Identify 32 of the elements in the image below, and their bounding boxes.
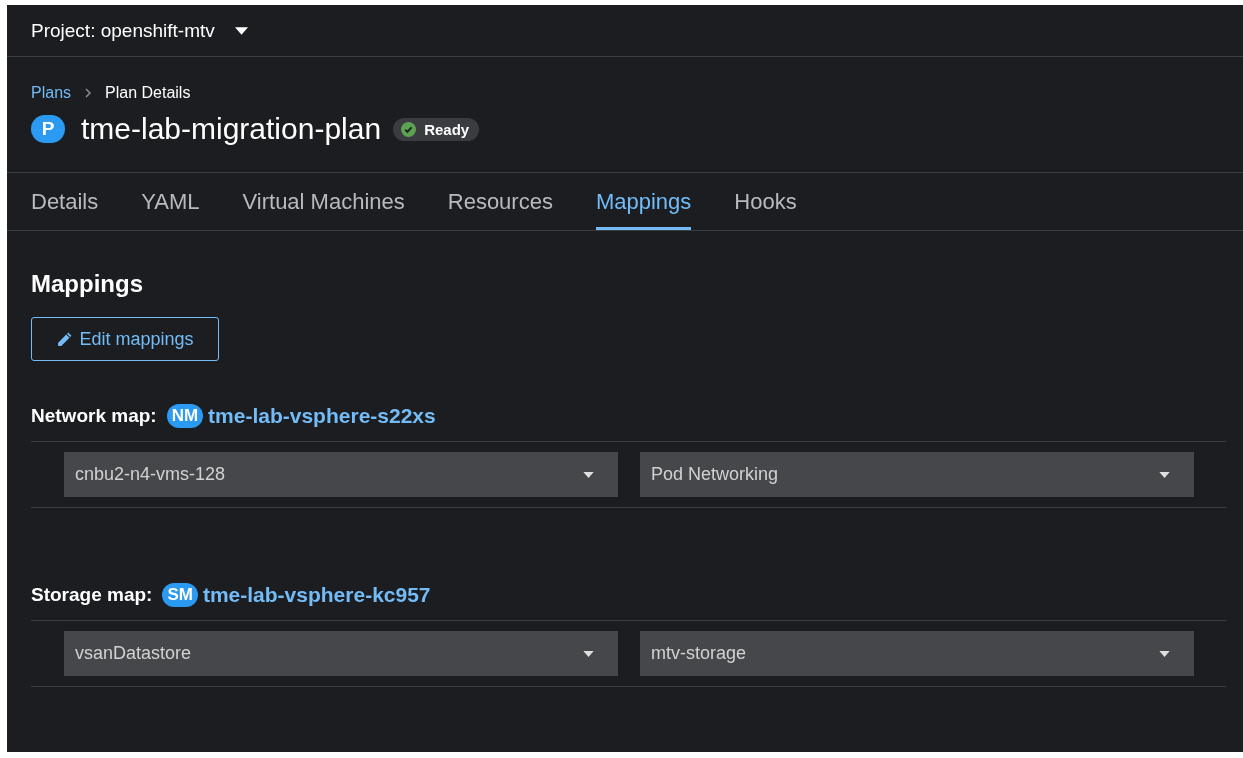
status-text: Ready xyxy=(424,120,470,138)
check-circle-icon xyxy=(401,121,417,137)
tab[interactable]: Virtual Machines xyxy=(242,173,405,230)
resource-badge: NM xyxy=(166,404,204,428)
map-label: Storage map: xyxy=(31,584,153,606)
caret-icon xyxy=(1159,471,1170,478)
project-selector[interactable]: Project: openshift-mtv xyxy=(31,19,248,42)
tab[interactable]: Resources xyxy=(447,173,553,230)
tab[interactable]: Details xyxy=(31,173,99,230)
breadcrumb-link[interactable]: Plans xyxy=(31,84,72,102)
chevron-icon xyxy=(85,88,92,98)
tab[interactable]: Hooks xyxy=(734,173,797,230)
target-select[interactable]: mtv-storage xyxy=(640,631,1194,676)
plan-title: tme-lab-migration-plan xyxy=(81,112,382,146)
tab[interactable]: Mappings xyxy=(595,173,692,230)
tab[interactable]: YAML xyxy=(141,173,200,230)
source-select[interactable]: vsanDatastore xyxy=(64,631,618,676)
resource-badge: SM xyxy=(162,583,198,607)
map-label: Network map: xyxy=(31,405,157,427)
source-select[interactable]: cnbu2-n4-vms-128 xyxy=(64,452,618,497)
caret-icon xyxy=(583,471,594,478)
pencil-icon xyxy=(56,330,74,348)
caret-icon xyxy=(583,650,594,657)
edit-mappings-button[interactable]: Edit mappings xyxy=(31,317,219,361)
target-select[interactable]: Pod Networking xyxy=(640,452,1194,497)
section-title: Mappings xyxy=(31,269,144,299)
map-link[interactable]: tme-lab-vsphere-s22xs xyxy=(208,404,436,428)
caret-icon xyxy=(1159,650,1170,657)
resource-badge: P xyxy=(31,115,65,143)
map-link[interactable]: tme-lab-vsphere-kc957 xyxy=(202,583,431,607)
caret-icon xyxy=(234,26,248,35)
breadcrumb-current: Plan Details xyxy=(105,84,191,102)
